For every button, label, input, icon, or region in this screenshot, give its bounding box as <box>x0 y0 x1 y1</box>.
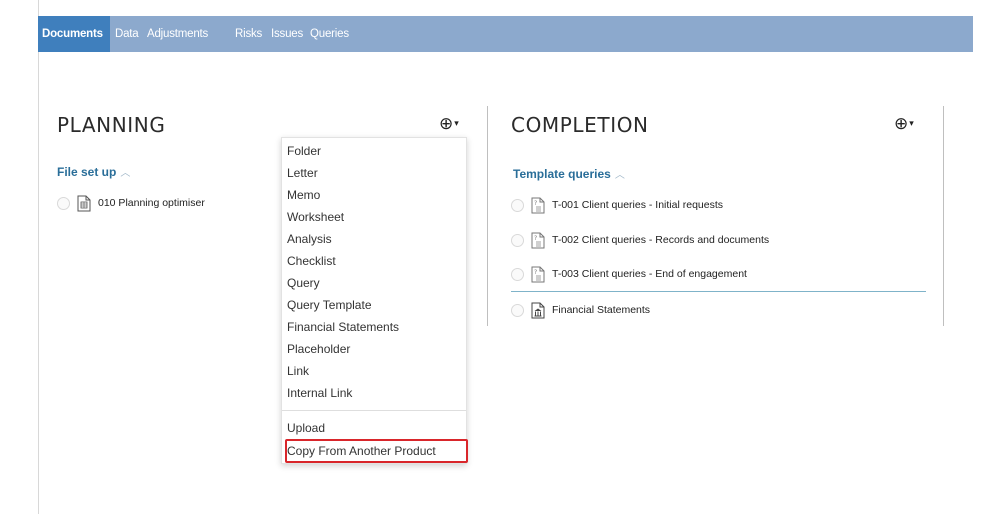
menu-item-letter[interactable]: Letter <box>287 164 318 182</box>
circle-plus-icon: ⊕ <box>439 114 454 133</box>
query-document-icon: ? <box>531 232 545 248</box>
list-item-label: T-002 Client queries - Records and docum… <box>552 234 770 246</box>
menu-item-copy-from-another-product[interactable]: Copy From Another Product <box>287 442 436 460</box>
menu-separator <box>282 410 466 411</box>
list-item-label: T-001 Client queries - Initial requests <box>552 199 723 211</box>
menu-item-worksheet[interactable]: Worksheet <box>287 208 344 226</box>
menu-item-folder[interactable]: Folder <box>287 142 321 160</box>
svg-text:?: ? <box>534 269 537 276</box>
section-label: Template queries <box>513 167 611 181</box>
tab-queries[interactable]: Queries <box>306 16 353 52</box>
caret-down-icon: ▾ <box>454 118 459 128</box>
list-item-label: T-003 Client queries - End of engagement <box>552 268 747 280</box>
document-icon <box>77 195 91 211</box>
section-separator <box>511 291 926 292</box>
list-item[interactable]: Financial Statements <box>511 300 650 320</box>
panel-divider <box>487 106 488 326</box>
tab-documents[interactable]: Documents <box>38 16 110 52</box>
menu-item-upload[interactable]: Upload <box>287 419 325 437</box>
section-label: File set up <box>57 165 117 179</box>
list-item[interactable]: ? T-002 Client queries - Records and doc… <box>511 230 769 250</box>
svg-text:?: ? <box>534 200 537 207</box>
query-document-icon: ? <box>531 197 545 213</box>
completion-title: COMPLETION <box>511 113 649 137</box>
list-item-label: 010 Planning optimiser <box>98 197 205 209</box>
circle-plus-icon: ⊕ <box>894 114 909 133</box>
list-item[interactable]: ? T-001 Client queries - Initial request… <box>511 195 723 215</box>
menu-item-checklist[interactable]: Checklist <box>287 252 336 270</box>
select-radio[interactable] <box>511 303 524 317</box>
list-item[interactable]: 010 Planning optimiser <box>57 193 205 213</box>
menu-item-memo[interactable]: Memo <box>287 186 320 204</box>
chevron-up-icon: ︿ <box>614 170 625 181</box>
tab-adjustments[interactable]: Adjustments <box>143 16 212 52</box>
top-nav-bar: Documents Data Adjustments Risks Issues … <box>38 16 973 52</box>
caret-down-icon: ▾ <box>909 118 914 128</box>
add-dropdown-menu: Folder Letter Memo Worksheet Analysis Ch… <box>281 137 468 464</box>
page-left-border <box>38 0 39 514</box>
planning-title: PLANNING <box>57 113 166 137</box>
chevron-up-icon: ︿ <box>120 168 131 179</box>
select-radio[interactable] <box>511 233 524 247</box>
query-document-icon: ? <box>531 266 545 282</box>
section-file-set-up[interactable]: File set up ︿ <box>57 164 130 179</box>
menu-item-query-template[interactable]: Query Template <box>287 296 372 314</box>
select-radio[interactable] <box>511 267 524 281</box>
list-item-label: Financial Statements <box>552 304 651 316</box>
menu-item-query[interactable]: Query <box>287 274 320 292</box>
select-radio[interactable] <box>511 198 524 212</box>
menu-item-financial-statements[interactable]: Financial Statements <box>287 318 399 336</box>
list-item[interactable]: ? T-003 Client queries - End of engageme… <box>511 264 747 284</box>
menu-item-link[interactable]: Link <box>287 362 309 380</box>
menu-item-internal-link[interactable]: Internal Link <box>287 384 352 402</box>
menu-item-analysis[interactable]: Analysis <box>287 230 332 248</box>
select-radio[interactable] <box>57 196 70 210</box>
menu-item-placeholder[interactable]: Placeholder <box>287 340 350 358</box>
tab-issues[interactable]: Issues <box>267 16 307 52</box>
panel-divider <box>943 106 944 326</box>
completion-add-button[interactable]: ⊕▾ <box>894 115 914 132</box>
financial-statements-icon <box>531 302 545 318</box>
svg-text:?: ? <box>534 235 537 242</box>
tab-data[interactable]: Data <box>111 16 143 52</box>
tab-risks[interactable]: Risks <box>231 16 266 52</box>
section-template-queries[interactable]: Template queries ︿ <box>513 166 625 181</box>
planning-add-button[interactable]: ⊕▾ <box>439 115 459 132</box>
